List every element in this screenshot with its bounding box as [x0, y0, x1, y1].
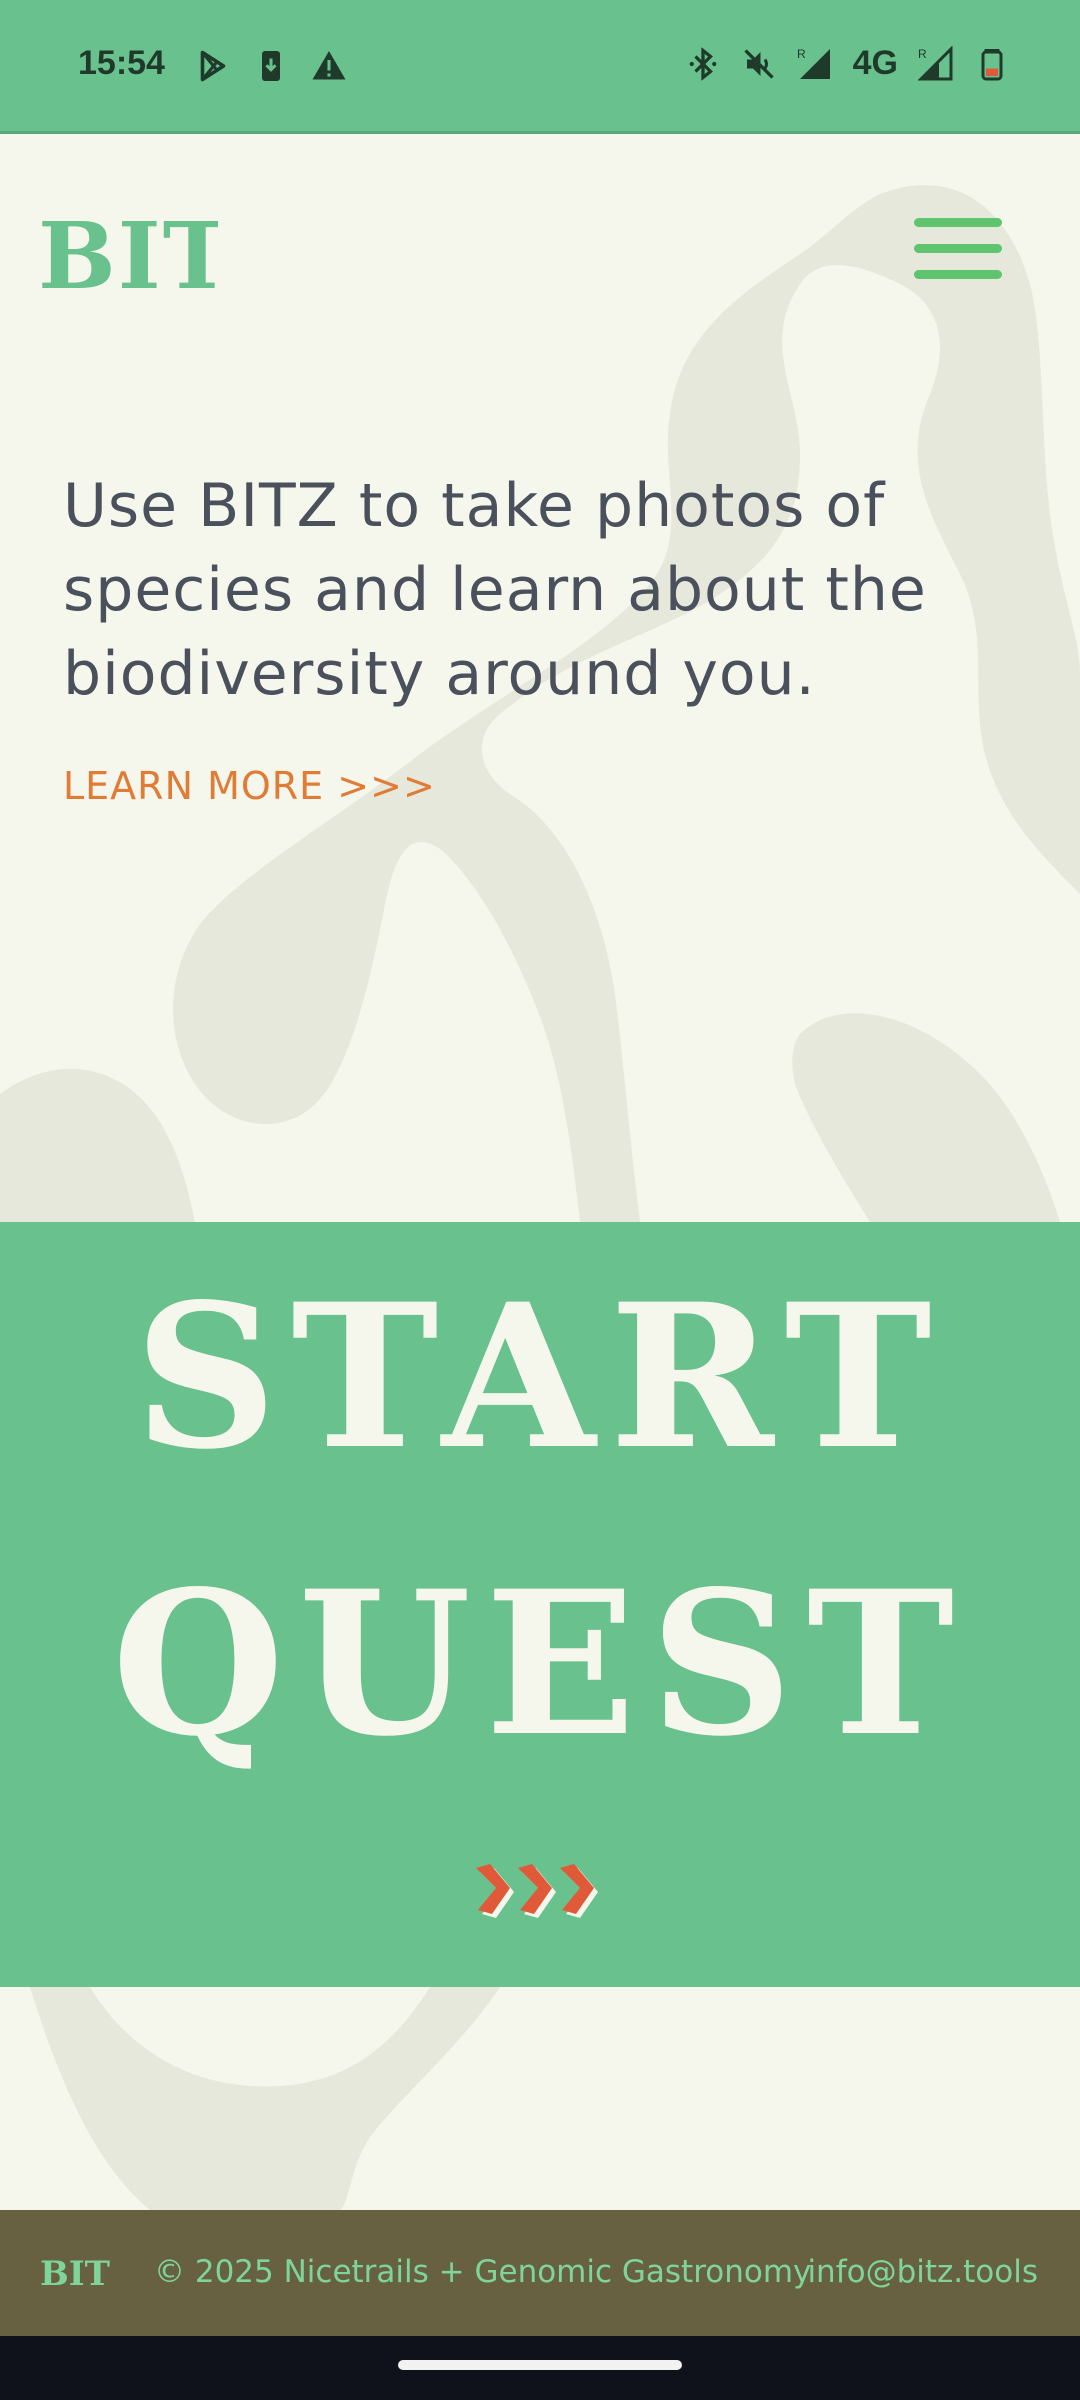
- status-bar: 15:54 R 4G R: [0, 0, 1080, 134]
- status-notification-icons: [195, 48, 347, 84]
- start-quest-title-line2[interactable]: QUEST: [0, 1547, 1080, 1780]
- hamburger-menu-icon-bar: [914, 270, 1002, 279]
- decorative-blob-lower: [30, 1987, 500, 2210]
- hamburger-menu-icon-bar: [914, 244, 1002, 253]
- play-store-icon: [200, 50, 226, 82]
- hamburger-menu-icon: [914, 218, 1002, 227]
- hero-description: Use BITZ to take photos of species and l…: [63, 471, 927, 709]
- hero-section: BITZ Use BITZ to take photos of species …: [0, 134, 1080, 1222]
- home-gesture-handle[interactable]: [398, 2360, 682, 2370]
- logo-text: BITZ: [38, 204, 218, 300]
- learn-more-link[interactable]: LEARN MORE >>>: [63, 764, 436, 808]
- footer-email-link[interactable]: info@bitz.tools: [807, 2254, 1038, 2290]
- footer-logo[interactable]: BITZ: [40, 2252, 110, 2292]
- start-quest-title-line1[interactable]: START: [0, 1260, 1080, 1493]
- svg-text:R: R: [797, 47, 806, 61]
- bitz-logo[interactable]: BITZ: [38, 204, 218, 300]
- footer-logo-text: BITZ: [40, 2254, 110, 2292]
- menu-button[interactable]: [912, 214, 1004, 288]
- lower-decor: [0, 1987, 1080, 2210]
- bluetooth-icon: [689, 46, 716, 81]
- svg-text:R: R: [918, 47, 927, 61]
- warning-icon: [312, 51, 346, 80]
- battery-low-icon: [981, 48, 1003, 80]
- signal-icon: R: [797, 47, 830, 79]
- status-system-icons: R 4G R: [685, 44, 1010, 83]
- status-time: 15:54: [78, 44, 165, 82]
- download-icon: [262, 51, 280, 81]
- footer: BITZ © 2025 Nicetrails + Genomic Gastron…: [0, 2210, 1080, 2336]
- network-type: 4G: [852, 44, 898, 82]
- start-quest-section[interactable]: START QUEST: [0, 1222, 1080, 1987]
- mute-icon: [743, 48, 774, 79]
- footer-copyright: © 2025 Nicetrails + Genomic Gastronomy: [154, 2254, 812, 2290]
- signal-roaming-icon: R: [918, 45, 953, 80]
- system-navigation-bar: [0, 2336, 1080, 2400]
- triple-chevron-icon[interactable]: [474, 1862, 606, 1924]
